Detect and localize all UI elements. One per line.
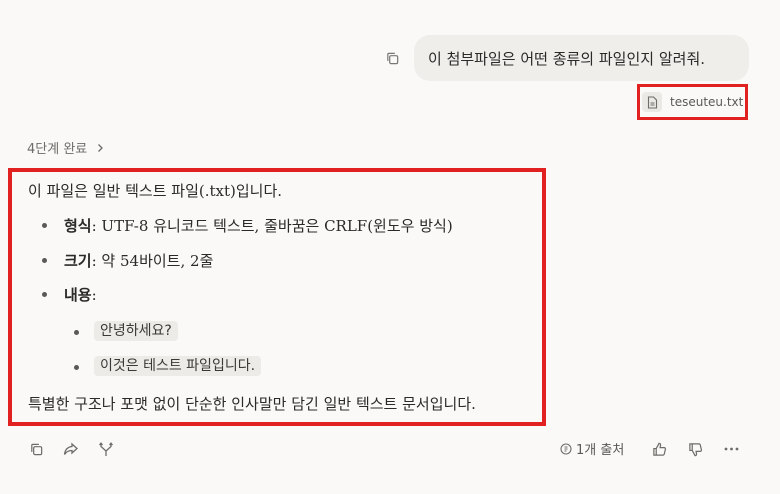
- branch-button[interactable]: [95, 438, 117, 460]
- item-label: 형식: [64, 217, 92, 235]
- sources-button[interactable]: 1개 출처: [560, 439, 624, 458]
- user-message-bubble: 이 첨부파일은 어떤 종류의 파일인지 알려줘.: [414, 35, 749, 81]
- thumbs-up-icon: [652, 442, 666, 456]
- branch-icon: [99, 441, 113, 456]
- user-message-text: 이 첨부파일은 어떤 종류의 파일인지 알려줘.: [428, 49, 706, 68]
- file-icon: [642, 92, 662, 112]
- list-bullet: [74, 330, 79, 335]
- steps-label: 4단계 완료: [27, 142, 88, 157]
- copy-message-button[interactable]: [382, 48, 402, 68]
- item-text: : 약 54바이트, 2줄: [91, 252, 214, 270]
- sources-label: 1개 출처: [576, 443, 625, 458]
- list-item: 형식: UTF-8 유니코드 텍스트, 줄바꿈은 CRLF(윈도우 방식): [64, 215, 453, 236]
- thumbs-up-button[interactable]: [648, 438, 670, 460]
- item-text: : UTF-8 유니코드 텍스트, 줄바꿈은 CRLF(윈도우 방식): [91, 217, 453, 235]
- list-bullet: [42, 258, 47, 263]
- item-label: 크기: [64, 252, 92, 270]
- attachment-name: teseuteu.txt: [670, 95, 744, 109]
- list-bullet: [42, 223, 47, 228]
- thumbs-down-button[interactable]: [684, 438, 706, 460]
- content-line: 이것은 테스트 파일입니다.: [94, 355, 262, 376]
- thumbs-down-icon: [688, 442, 702, 456]
- answer-outro: 특별한 구조나 포맷 없이 단순한 인사말만 담긴 일반 텍스트 문서입니다.: [28, 395, 476, 413]
- inline-code: 안녕하세요?: [94, 321, 178, 341]
- item-text: :: [91, 286, 97, 304]
- item-label: 내용: [64, 286, 92, 304]
- more-icon: [724, 447, 738, 451]
- content-line: 안녕하세요?: [94, 320, 178, 341]
- inline-code: 이것은 테스트 파일입니다.: [94, 356, 262, 376]
- copy-icon: [30, 443, 42, 455]
- answer-intro: 이 파일은 일반 텍스트 파일(.txt)입니다.: [28, 182, 283, 200]
- chevron-right-icon: [98, 143, 104, 152]
- list-item: 내용:: [64, 284, 97, 305]
- list-bullet: [42, 292, 47, 297]
- copy-answer-button[interactable]: [25, 438, 47, 460]
- copy-icon: [386, 52, 398, 64]
- list-item: 크기: 약 54바이트, 2줄: [64, 250, 213, 271]
- share-button[interactable]: [60, 438, 82, 460]
- share-icon: [63, 442, 78, 455]
- file-icon: [560, 442, 572, 455]
- more-options-button[interactable]: [720, 438, 742, 460]
- attachment-chip[interactable]: teseuteu.txt: [642, 91, 743, 113]
- list-bullet: [74, 365, 79, 370]
- steps-toggle[interactable]: 4단계 완료: [27, 138, 105, 157]
